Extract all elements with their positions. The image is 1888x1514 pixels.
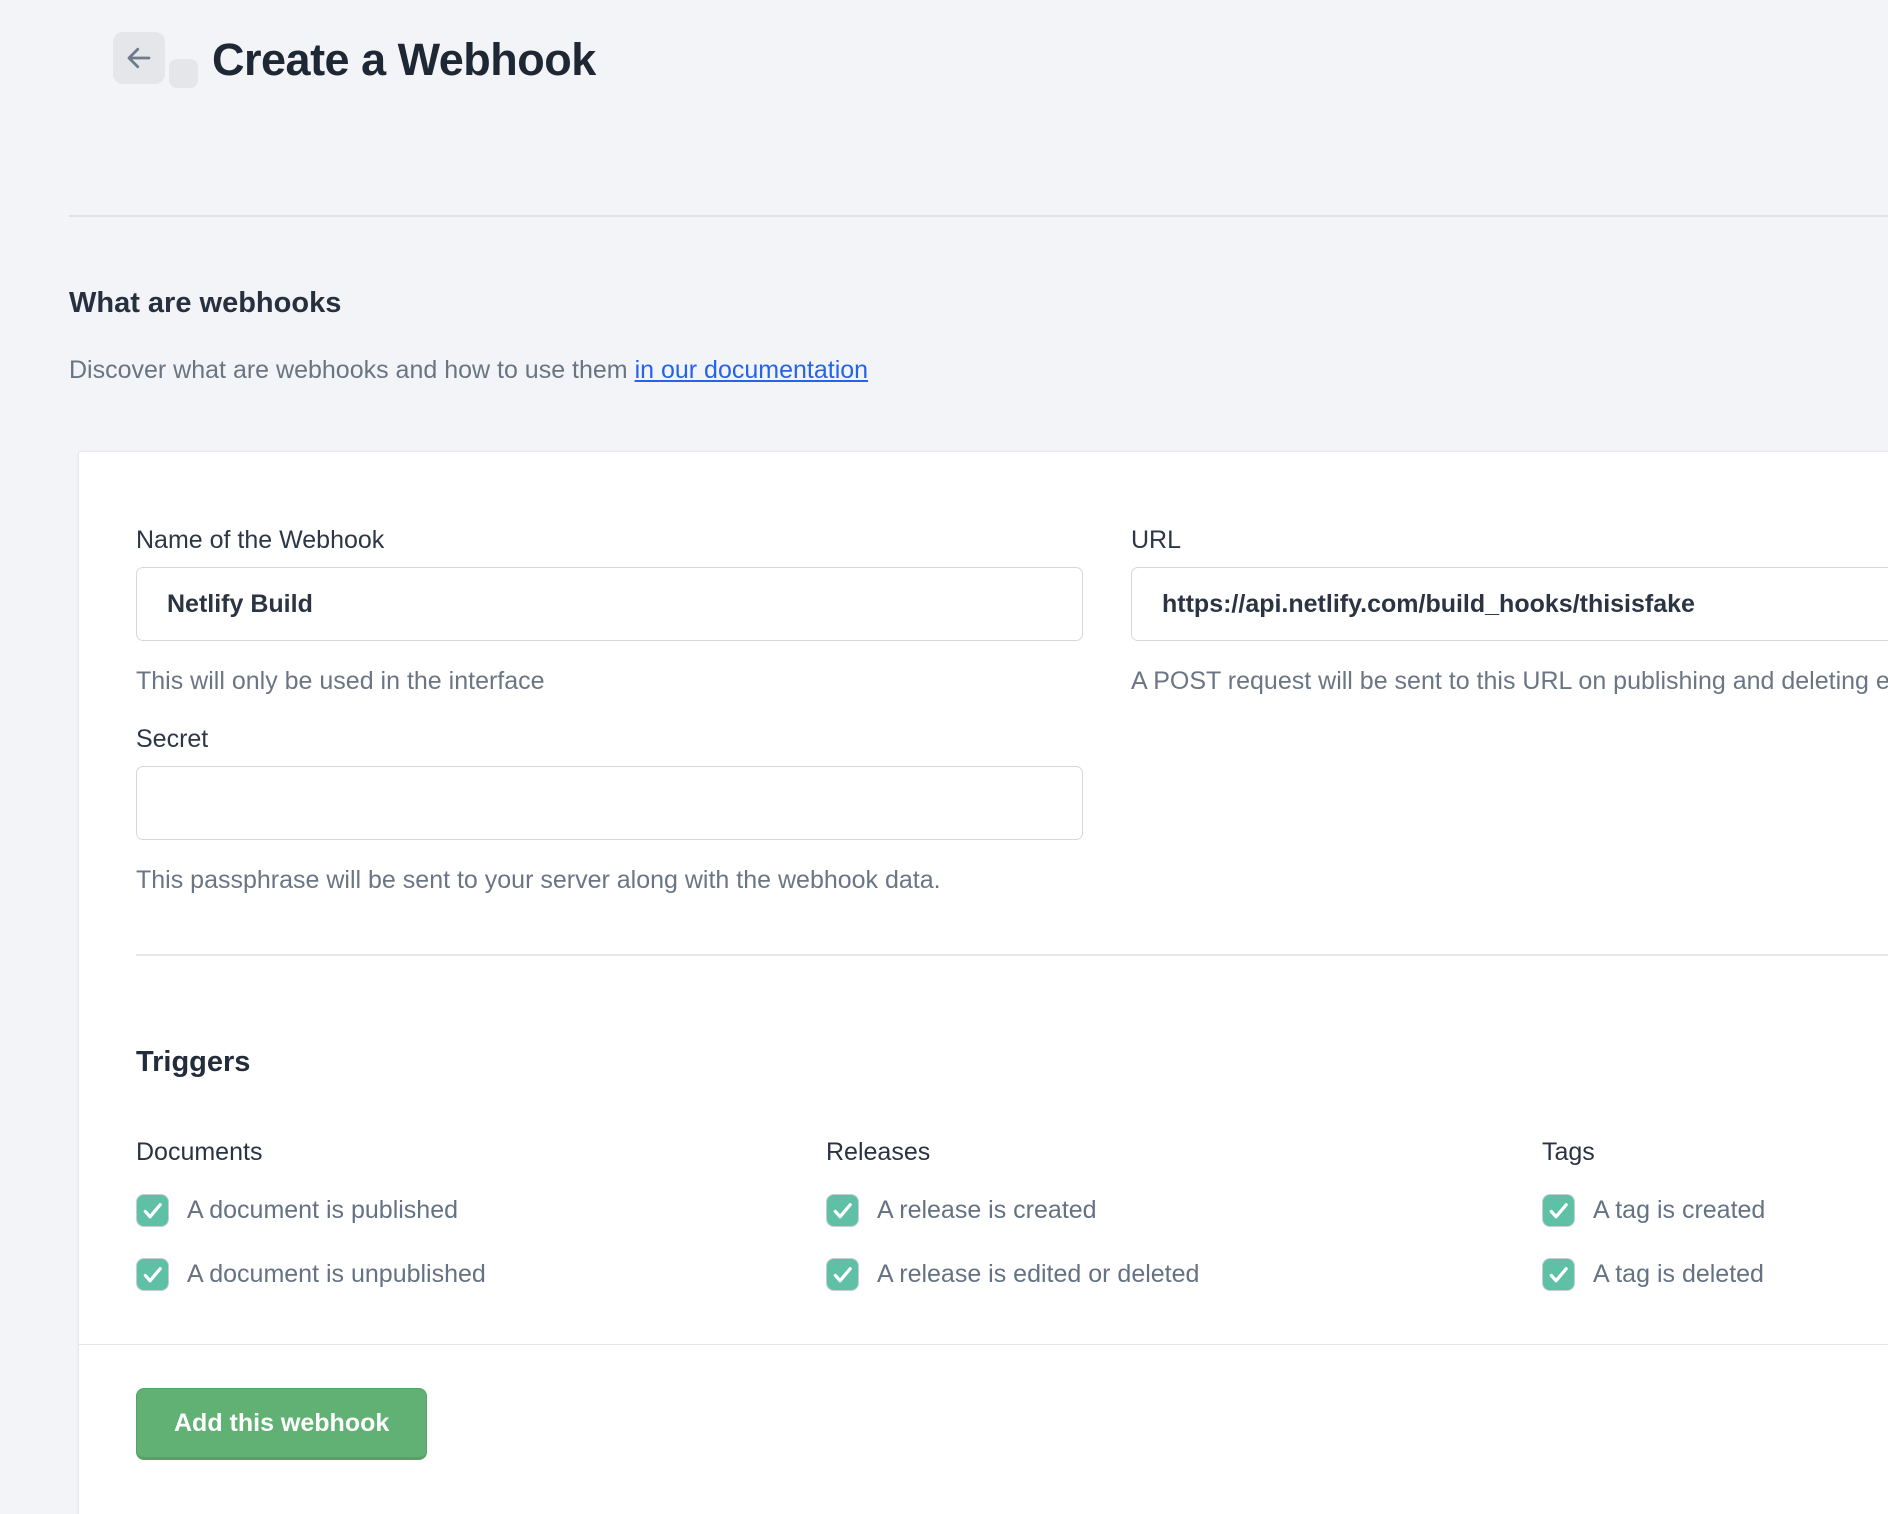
webhook-form-card: Name of the Webhook This will only be us… bbox=[78, 451, 1888, 1514]
back-button-corner-accent bbox=[169, 59, 198, 88]
trigger-option-label: A document is unpublished bbox=[187, 1258, 486, 1291]
checkmark-icon bbox=[1547, 1263, 1570, 1286]
checkmark-icon bbox=[831, 1199, 854, 1222]
trigger-group-label: Releases bbox=[826, 1137, 1542, 1167]
trigger-option-label: A tag is deleted bbox=[1593, 1258, 1764, 1291]
url-field-label: URL bbox=[1131, 525, 1888, 555]
form-footer: Add this webhook bbox=[79, 1344, 1888, 1514]
trigger-option-document-published[interactable]: A document is published bbox=[136, 1194, 826, 1227]
secret-field-help: This passphrase will be sent to your ser… bbox=[136, 862, 1083, 899]
intro-text-body: Discover what are webhooks and how to us… bbox=[69, 356, 635, 384]
intro-text: Discover what are webhooks and how to us… bbox=[69, 351, 1888, 389]
add-webhook-button[interactable]: Add this webhook bbox=[136, 1388, 427, 1460]
checkmark-icon bbox=[1547, 1199, 1570, 1222]
grid-spacer bbox=[1131, 724, 1888, 899]
trigger-group-label: Tags bbox=[1542, 1137, 1882, 1167]
checkbox-checked[interactable] bbox=[136, 1258, 169, 1291]
checkbox-checked[interactable] bbox=[136, 1194, 169, 1227]
checkbox-checked[interactable] bbox=[826, 1258, 859, 1291]
form-grid: Name of the Webhook This will only be us… bbox=[136, 525, 1888, 899]
trigger-option-release-edited-deleted[interactable]: A release is edited or deleted bbox=[826, 1258, 1542, 1291]
trigger-option-label: A tag is created bbox=[1593, 1194, 1765, 1227]
trigger-option-label: A document is published bbox=[187, 1194, 458, 1227]
trigger-option-document-unpublished[interactable]: A document is unpublished bbox=[136, 1258, 826, 1291]
trigger-option-tag-created[interactable]: A tag is created bbox=[1542, 1194, 1882, 1227]
trigger-option-label: A release is edited or deleted bbox=[877, 1258, 1199, 1291]
page: { "header": { "title": "Create a Webhook… bbox=[0, 32, 1888, 1514]
webhook-form-body: Name of the Webhook This will only be us… bbox=[79, 452, 1888, 1344]
trigger-option-tag-deleted[interactable]: A tag is deleted bbox=[1542, 1258, 1882, 1291]
trigger-group-documents: Documents A document is published bbox=[136, 1137, 826, 1291]
checkbox-checked[interactable] bbox=[1542, 1194, 1575, 1227]
checkmark-icon bbox=[831, 1263, 854, 1286]
page-title: Create a Webhook bbox=[212, 32, 596, 86]
checkbox-checked[interactable] bbox=[826, 1194, 859, 1227]
url-field-group: URL A POST request will be sent to this … bbox=[1131, 525, 1888, 700]
secret-field-label: Secret bbox=[136, 724, 1083, 754]
trigger-group-label: Documents bbox=[136, 1137, 826, 1167]
name-field-help: This will only be used in the interface bbox=[136, 663, 1083, 700]
secret-field-group: Secret This passphrase will be sent to y… bbox=[136, 724, 1083, 899]
trigger-group-releases: Releases A release is created bbox=[826, 1137, 1542, 1291]
name-field-label: Name of the Webhook bbox=[136, 525, 1083, 555]
trigger-option-label: A release is created bbox=[877, 1194, 1097, 1227]
arrow-left-icon bbox=[124, 43, 154, 73]
name-input[interactable] bbox=[136, 567, 1083, 641]
back-button[interactable] bbox=[113, 32, 165, 84]
trigger-group-tags: Tags A tag is created A tag bbox=[1542, 1137, 1882, 1291]
page-header: Create a Webhook bbox=[113, 32, 1888, 84]
header-divider bbox=[69, 215, 1888, 217]
intro-section: What are webhooks Discover what are webh… bbox=[69, 285, 1888, 389]
url-field-help: A POST request will be sent to this URL … bbox=[1131, 663, 1888, 700]
section-divider bbox=[136, 954, 1888, 956]
checkbox-checked[interactable] bbox=[1542, 1258, 1575, 1291]
name-field-group: Name of the Webhook This will only be us… bbox=[136, 525, 1083, 700]
triggers-heading: Triggers bbox=[136, 1044, 1888, 1080]
trigger-groups: Documents A document is published bbox=[136, 1137, 1888, 1291]
checkmark-icon bbox=[141, 1199, 164, 1222]
documentation-link[interactable]: in our documentation bbox=[635, 356, 868, 384]
intro-heading: What are webhooks bbox=[69, 285, 1888, 321]
checkmark-icon bbox=[141, 1263, 164, 1286]
secret-input[interactable] bbox=[136, 766, 1083, 840]
url-input[interactable] bbox=[1131, 567, 1888, 641]
trigger-option-release-created[interactable]: A release is created bbox=[826, 1194, 1542, 1227]
